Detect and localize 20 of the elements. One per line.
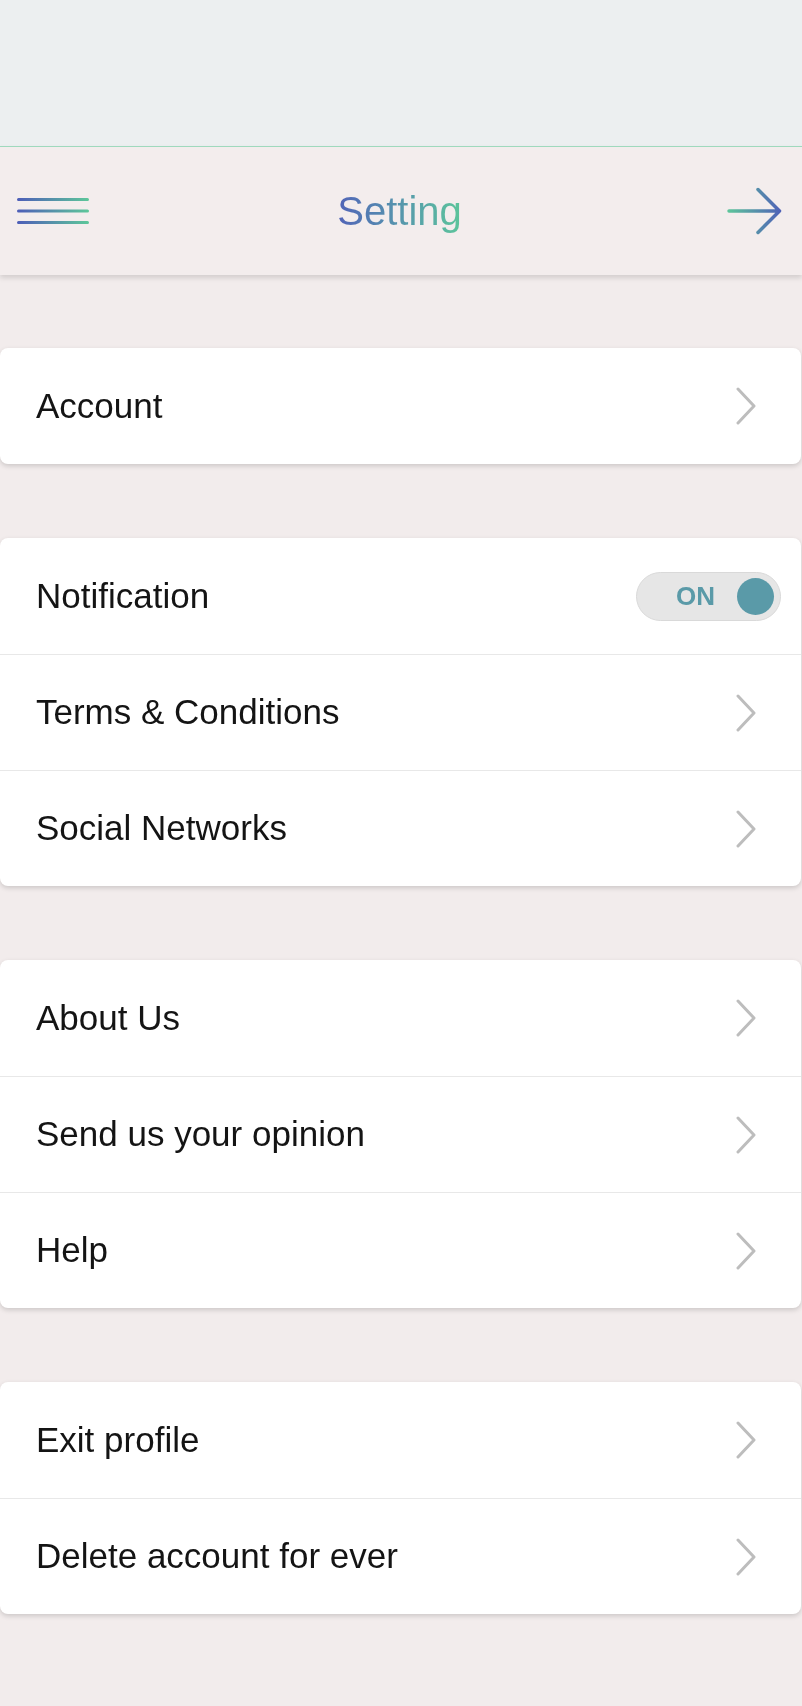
chevron-right-icon bbox=[736, 809, 756, 848]
menu-item[interactable]: Delete account for ever bbox=[0, 1498, 801, 1614]
menu-item[interactable]: Social Networks bbox=[0, 770, 801, 886]
chevron-right-icon bbox=[736, 1231, 756, 1270]
chevron-right-icon bbox=[736, 1115, 756, 1154]
toggle-knob-icon bbox=[737, 577, 774, 615]
chevron-right-icon bbox=[736, 999, 756, 1037]
row-label: Notification bbox=[36, 574, 210, 617]
chevron-right-icon bbox=[736, 1537, 756, 1576]
chevron-right-icon bbox=[736, 387, 756, 425]
menu-item[interactable]: About Us bbox=[0, 960, 801, 1076]
menu-item[interactable]: Account bbox=[0, 348, 801, 464]
menu-icon[interactable] bbox=[17, 198, 89, 224]
menu-item[interactable]: Help bbox=[0, 1192, 801, 1308]
chevron-right-icon bbox=[736, 1421, 756, 1459]
menu-item[interactable]: Terms & Conditions bbox=[0, 654, 801, 770]
chevron-right-icon bbox=[736, 693, 756, 732]
arrow-right-icon[interactable] bbox=[727, 187, 782, 235]
menu-item[interactable]: Send us your opinion bbox=[0, 1076, 801, 1192]
menu-item[interactable]: Exit profile bbox=[0, 1382, 801, 1498]
